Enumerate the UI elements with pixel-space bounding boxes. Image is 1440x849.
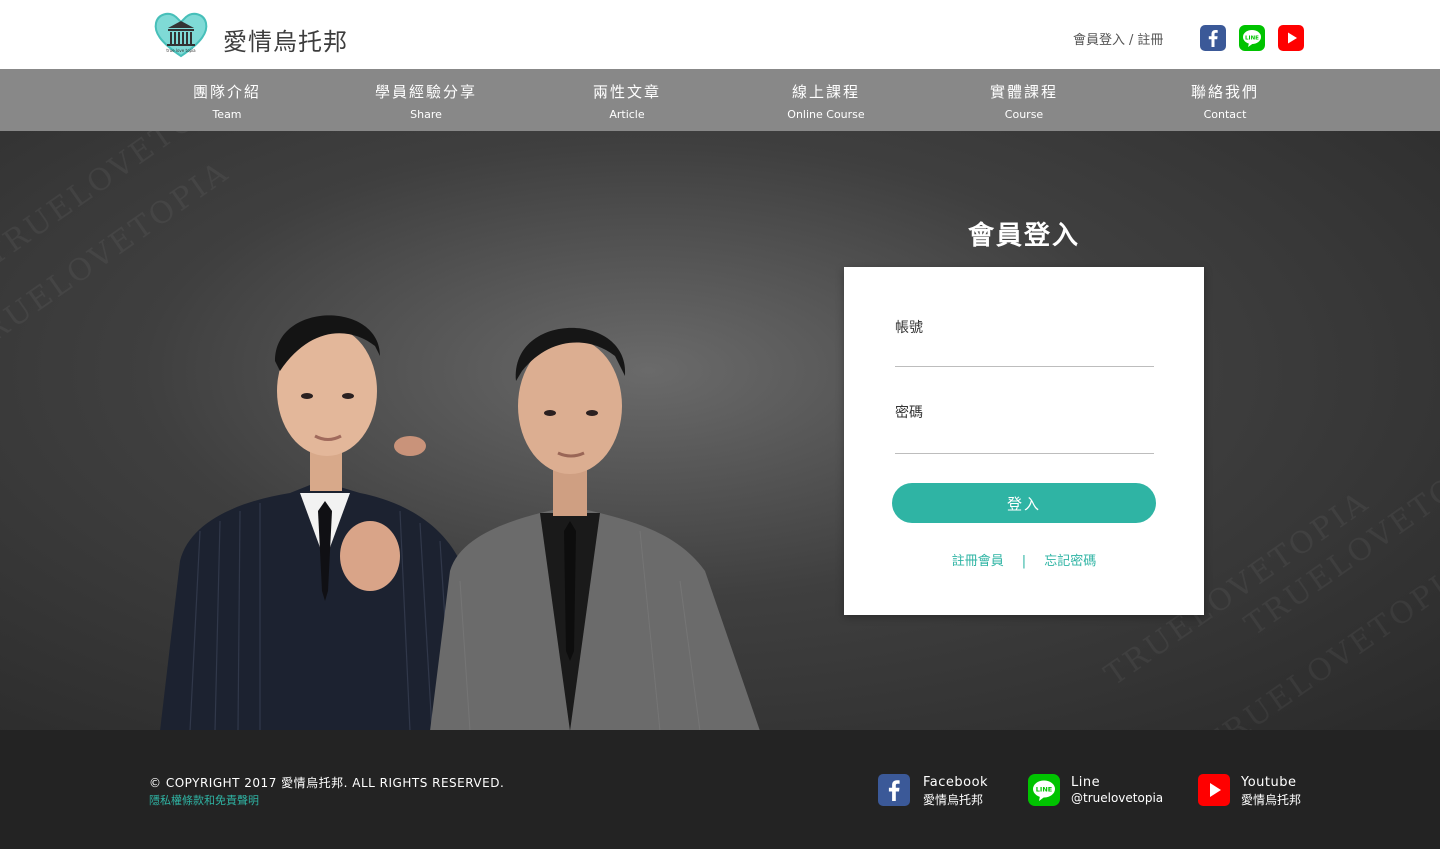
hero-photo bbox=[160, 315, 760, 730]
facebook-icon bbox=[878, 774, 910, 806]
nav-item-share[interactable]: 學員經驗分享 Share bbox=[346, 81, 506, 121]
nav-item-sublabel: Online Course bbox=[787, 108, 865, 121]
nav-item-label: 實體課程 bbox=[989, 83, 1058, 101]
nav-item-label: 聯絡我們 bbox=[1190, 83, 1259, 101]
footer-facebook[interactable]: Facebook 愛情烏托邦 bbox=[878, 774, 1018, 807]
forgot-password-link[interactable]: 忘記密碼 bbox=[1044, 554, 1096, 569]
nav-item-sublabel: Contact bbox=[1203, 108, 1247, 121]
login-title: 會員登入 bbox=[967, 221, 1080, 251]
hero-section: TRUELOVETOPIA TRUELOVETOPIA TRUELOVETOPI… bbox=[0, 131, 1440, 730]
nav-item-online-course[interactable]: 線上課程 Online Course bbox=[746, 81, 906, 121]
link-divider: | bbox=[1021, 554, 1027, 569]
nav-item-sublabel: Course bbox=[1004, 108, 1044, 121]
account-underline bbox=[895, 366, 1154, 367]
main-nav: 團隊介紹 Team 學員經驗分享 Share 兩性文章 Article 線上課程… bbox=[0, 69, 1440, 131]
facebook-icon[interactable] bbox=[1200, 25, 1226, 51]
svg-text:true love topia: true love topia bbox=[166, 48, 196, 53]
nav-item-team[interactable]: 團隊介紹 Team bbox=[147, 81, 307, 121]
login-button[interactable]: 登入 bbox=[892, 483, 1156, 523]
line-icon: LINE bbox=[1028, 774, 1060, 806]
account-label: 帳號 bbox=[895, 320, 923, 336]
footer-youtube[interactable]: Youtube 愛情烏托邦 bbox=[1198, 774, 1318, 807]
password-label: 密碼 bbox=[895, 405, 923, 421]
auth-separator: / bbox=[1129, 33, 1134, 48]
nav-item-sublabel: Team bbox=[212, 108, 242, 121]
logo[interactable]: true love topia bbox=[152, 10, 210, 60]
password-underline bbox=[895, 453, 1154, 454]
heart-logo-icon: true love topia bbox=[154, 12, 208, 58]
nav-item-label: 團隊介紹 bbox=[192, 83, 261, 101]
footer-social-sub: @truelovetopia bbox=[1071, 791, 1164, 805]
account-input[interactable] bbox=[895, 339, 1154, 365]
nav-item-label: 學員經驗分享 bbox=[374, 83, 477, 101]
privacy-link[interactable]: 隱私權條款和免責聲明 bbox=[149, 792, 259, 808]
footer-social-sub: 愛情烏托邦 bbox=[923, 793, 984, 807]
copyright-text: © COPYRIGHT 2017 愛情烏托邦. ALL RIGHTS RESER… bbox=[149, 776, 505, 790]
nav-item-contact[interactable]: 聯絡我們 Contact bbox=[1145, 81, 1305, 121]
youtube-icon[interactable] bbox=[1278, 25, 1304, 51]
site-header: true love topia 愛情烏托邦 會員登入 / 註冊 LINE bbox=[0, 0, 1440, 69]
register-link[interactable]: 註冊 bbox=[1137, 33, 1163, 48]
footer-social-title: Line bbox=[1071, 775, 1101, 790]
youtube-icon bbox=[1198, 774, 1230, 806]
footer-social-title: Facebook bbox=[923, 775, 989, 790]
register-member-link[interactable]: 註冊會員 bbox=[952, 554, 1004, 569]
nav-item-article[interactable]: 兩性文章 Article bbox=[547, 81, 707, 121]
svg-text:LINE: LINE bbox=[1036, 786, 1052, 794]
auth-links: 會員登入 / 註冊 bbox=[1073, 29, 1163, 48]
site-footer: © COPYRIGHT 2017 愛情烏托邦. ALL RIGHTS RESER… bbox=[0, 730, 1440, 849]
svg-text:LINE: LINE bbox=[1245, 36, 1259, 42]
card-links: 註冊會員 | 忘記密碼 bbox=[844, 550, 1204, 569]
login-card: 帳號 密碼 登入 註冊會員 | 忘記密碼 bbox=[844, 267, 1204, 615]
line-icon[interactable]: LINE bbox=[1239, 25, 1265, 51]
nav-item-course[interactable]: 實體課程 Course bbox=[944, 81, 1104, 121]
footer-social-sub: 愛情烏托邦 bbox=[1241, 793, 1302, 807]
nav-item-label: 線上課程 bbox=[791, 83, 860, 101]
brand-name[interactable]: 愛情烏托邦 bbox=[223, 22, 348, 57]
login-link[interactable]: 會員登入 bbox=[1073, 33, 1125, 48]
footer-social-title: Youtube bbox=[1241, 775, 1297, 790]
footer-line[interactable]: LINE Line @truelovetopia bbox=[1028, 774, 1188, 806]
nav-item-sublabel: Article bbox=[609, 108, 645, 121]
password-input[interactable] bbox=[895, 425, 1154, 451]
nav-item-label: 兩性文章 bbox=[592, 83, 661, 101]
nav-item-sublabel: Share bbox=[410, 108, 442, 121]
